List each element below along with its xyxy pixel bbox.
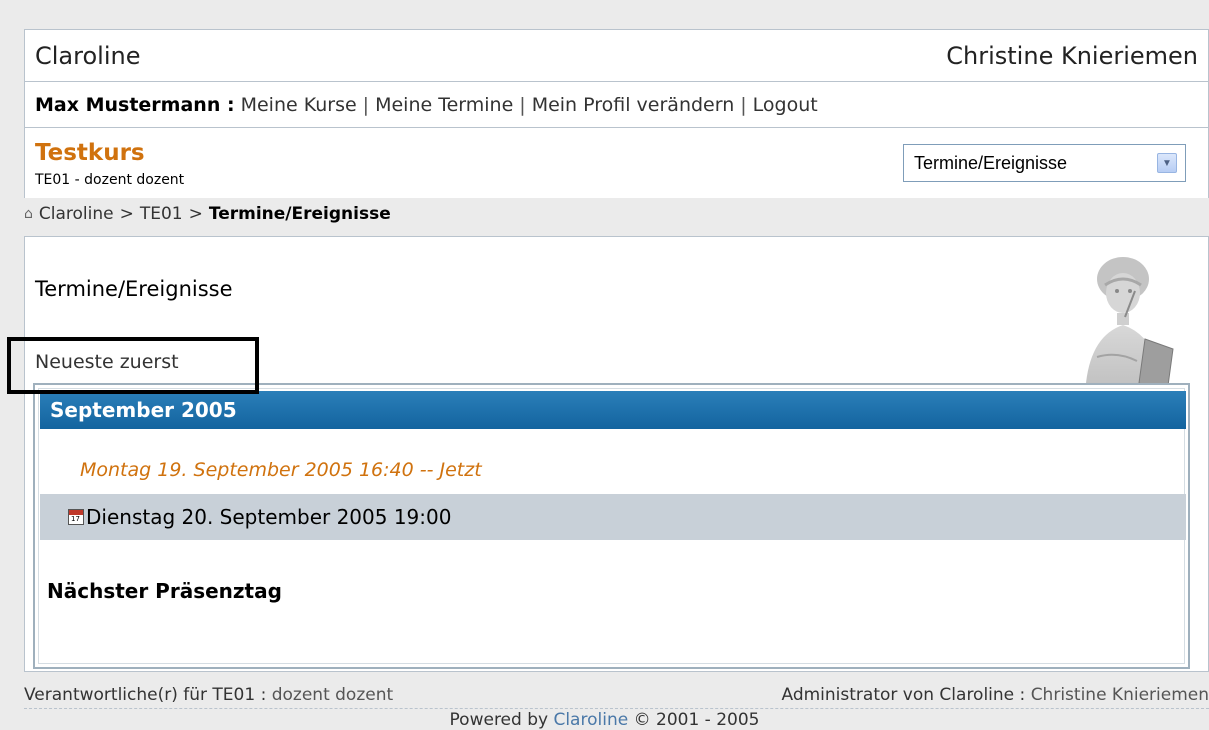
manager-name-link[interactable]: dozent dozent — [272, 685, 393, 705]
breadcrumb: ⌂ Claroline > TE01 > Termine/Ereignisse — [24, 200, 391, 228]
course-subtitle: TE01 - dozent dozent — [35, 172, 184, 188]
manager-info: Verantwortliche(r) für TE01 : dozent doz… — [24, 685, 393, 705]
event-title: Nächster Präsenztag — [47, 579, 282, 603]
page-title: Termine/Ereignisse — [35, 277, 233, 301]
admin-name-link[interactable]: Christine Knieriemen — [1031, 685, 1209, 705]
separator: | — [740, 94, 746, 116]
event-row[interactable]: Dienstag 20. September 2005 19:00 — [40, 494, 1186, 540]
claroline-link[interactable]: Claroline — [553, 710, 628, 730]
admin-label: Administrator von Claroline : — [782, 685, 1026, 705]
tool-select[interactable]: Termine/Ereignisse ▼ — [903, 144, 1186, 182]
home-icon: ⌂ — [24, 206, 33, 222]
course-bar: Testkurs TE01 - dozent dozent Termine/Er… — [24, 128, 1209, 198]
edit-profile-link[interactable]: Mein Profil verändern — [532, 94, 735, 116]
month-header: September 2005 — [40, 391, 1186, 429]
tool-select-value: Termine/Ereignisse — [904, 153, 1157, 174]
course-title[interactable]: Testkurs — [35, 140, 145, 166]
breadcrumb-item-claroline[interactable]: Claroline — [39, 204, 114, 224]
breadcrumb-separator: > — [189, 204, 203, 224]
user-bar: Max Mustermann : Meine Kurse | Meine Ter… — [24, 81, 1209, 128]
separator: | — [519, 94, 525, 116]
institution-name[interactable]: Christine Knieriemen — [946, 42, 1198, 70]
breadcrumb-current: Termine/Ereignisse — [209, 204, 391, 224]
my-courses-link[interactable]: Meine Kurse — [241, 94, 357, 116]
powered-suffix: © 2001 - 2005 — [634, 710, 760, 730]
footer-row: Verantwortliche(r) für TE01 : dozent doz… — [24, 682, 1209, 709]
calendar-icon — [68, 509, 84, 525]
now-marker: Montag 19. September 2005 16:40 -- Jetzt — [80, 459, 482, 481]
powered-by: Powered by Claroline © 2001 - 2005 — [0, 710, 1209, 730]
top-bar: Claroline Christine Knieriemen — [24, 29, 1209, 81]
separator: | — [363, 94, 369, 116]
muse-statue-icon — [1055, 247, 1185, 397]
highlight-box — [7, 337, 259, 394]
powered-prefix: Powered by — [450, 710, 549, 730]
breadcrumb-separator: > — [120, 204, 134, 224]
site-name[interactable]: Claroline — [35, 42, 140, 70]
admin-info: Administrator von Claroline : Christine … — [782, 685, 1209, 705]
event-date: Dienstag 20. September 2005 19:00 — [86, 505, 451, 529]
main-content: Termine/Ereignisse Neueste zuerst Septem… — [24, 236, 1209, 672]
user-name: Max Mustermann : — [35, 94, 235, 116]
logout-link[interactable]: Logout — [753, 94, 818, 116]
my-events-link[interactable]: Meine Termine — [375, 94, 513, 116]
chevron-down-icon[interactable]: ▼ — [1157, 153, 1177, 173]
breadcrumb-item-course[interactable]: TE01 — [140, 204, 183, 224]
manager-label: Verantwortliche(r) für TE01 : — [24, 685, 266, 705]
agenda-list: September 2005 Montag 19. September 2005… — [33, 383, 1190, 669]
